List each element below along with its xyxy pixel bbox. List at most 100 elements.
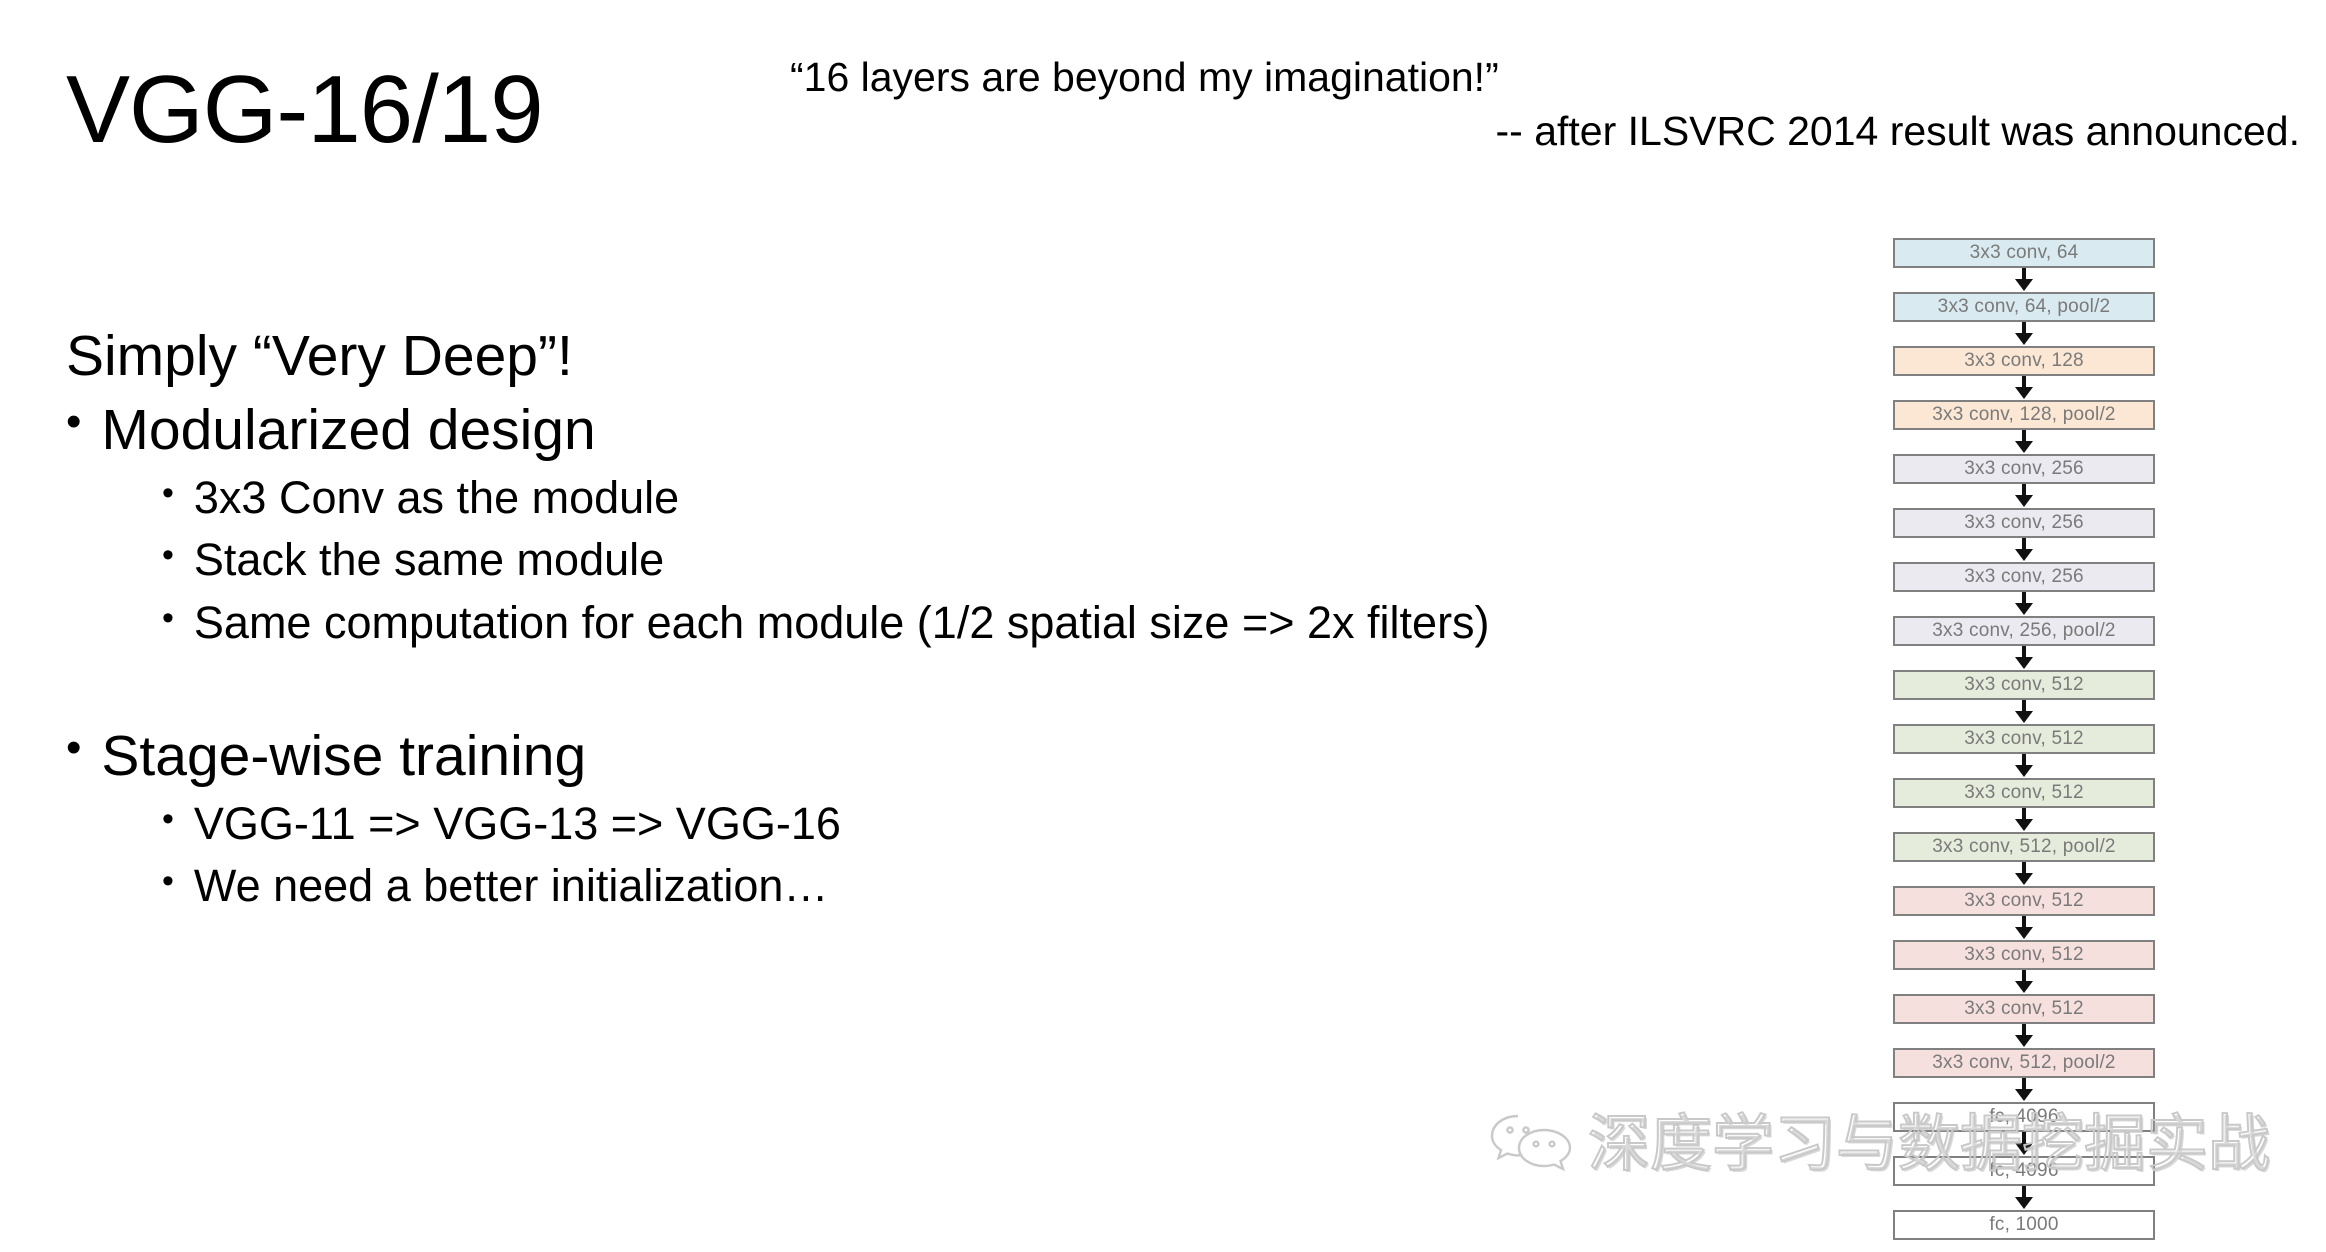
arch-layer-block: 3x3 conv, 256 — [1893, 508, 2155, 538]
arch-connector — [1893, 1132, 2155, 1156]
arch-layer-label: 3x3 conv, 64, pool/2 — [1937, 296, 2111, 317]
sub-bullet-label: Same computation for each module (1/2 sp… — [193, 596, 1490, 648]
arch-connector — [1893, 1024, 2155, 1048]
arrow-down-icon — [2015, 700, 2033, 723]
arch-layer-block: 3x3 conv, 512, pool/2 — [1893, 1048, 2155, 1078]
arrow-down-icon — [2015, 376, 2033, 399]
arch-layer-label: fc, 4096 — [1989, 1106, 2059, 1127]
sub-bullet-same-computation: • Same computation for each module (1/2 … — [162, 594, 1856, 653]
bullet-label: Stage-wise training — [101, 724, 587, 789]
arch-layer-label: fc, 4096 — [1989, 1160, 2059, 1181]
sub-bullet-initialization: • We need a better initialization… — [162, 857, 1856, 916]
arch-connector — [1893, 862, 2155, 886]
bullet-label: Modularized design — [101, 398, 596, 463]
arch-connector — [1893, 1078, 2155, 1102]
arch-layer-label: 3x3 conv, 512 — [1964, 782, 2084, 803]
bullet-dot-icon: • — [162, 598, 174, 637]
arch-connector — [1893, 322, 2155, 346]
arch-layer-label: 3x3 conv, 512 — [1964, 944, 2084, 965]
arch-layer-block: 3x3 conv, 64, pool/2 — [1893, 292, 2155, 322]
arrow-down-icon — [2015, 862, 2033, 885]
arch-connector — [1893, 430, 2155, 454]
arch-connector — [1893, 1186, 2155, 1210]
sub-bullet-conv-module: • 3x3 Conv as the module — [162, 469, 1856, 528]
arch-layer-block: fc, 1000 — [1893, 1210, 2155, 1240]
arch-layer-block: 3x3 conv, 512 — [1893, 886, 2155, 916]
arch-connector — [1893, 376, 2155, 400]
arch-layer-block: 3x3 conv, 512 — [1893, 994, 2155, 1024]
arch-layer-label: 3x3 conv, 256, pool/2 — [1932, 620, 2116, 641]
arch-connector — [1893, 754, 2155, 778]
body-content: Simply “Very Deep”! • Modularized design… — [66, 320, 1856, 920]
bullet-stage-wise-training: • Stage-wise training — [66, 720, 1856, 792]
arch-layer-block: 3x3 conv, 256 — [1893, 454, 2155, 484]
bullet-modularized-design: • Modularized design — [66, 394, 1856, 466]
page-title: VGG-16/19 — [66, 56, 544, 163]
arch-layer-block: fc, 4096 — [1893, 1156, 2155, 1186]
bullet-dot-icon: • — [66, 397, 82, 447]
sub-bullet-label: 3x3 Conv as the module — [193, 471, 680, 523]
arrow-down-icon — [2015, 1132, 2033, 1155]
sub-bullet-label: Stack the same module — [193, 534, 665, 586]
body-heading: Simply “Very Deep”! — [66, 320, 1856, 392]
arch-layer-block: 3x3 conv, 512 — [1893, 724, 2155, 754]
bullet-dot-icon: • — [162, 862, 174, 901]
arch-layer-block: 3x3 conv, 512 — [1893, 940, 2155, 970]
sub-bullet-vgg-progression: • VGG-11 => VGG-13 => VGG-16 — [162, 795, 1856, 854]
arch-connector — [1893, 484, 2155, 508]
sub-bullet-label: VGG-11 => VGG-13 => VGG-16 — [193, 797, 841, 849]
arch-layer-label: 3x3 conv, 256 — [1964, 512, 2084, 533]
vgg-architecture-diagram: 3x3 conv, 64 3x3 conv, 64, pool/2 3x3 conv… — [1893, 238, 2155, 1240]
arrow-down-icon — [2015, 430, 2033, 453]
bullet-dot-icon: • — [162, 799, 174, 838]
arrow-down-icon — [2015, 538, 2033, 561]
arch-layer-block: 3x3 conv, 256 — [1893, 562, 2155, 592]
sub-bullet-label: We need a better initialization… — [193, 860, 829, 912]
arch-layer-label: 3x3 conv, 256 — [1964, 566, 2084, 587]
arch-layer-label: 3x3 conv, 512, pool/2 — [1932, 1052, 2116, 1073]
arch-layer-label: fc, 1000 — [1989, 1214, 2059, 1235]
quote-text: “16 layers are beyond my imagination!” — [790, 54, 1499, 100]
arch-layer-label: 3x3 conv, 256 — [1964, 458, 2084, 479]
arrow-down-icon — [2015, 970, 2033, 993]
arch-connector — [1893, 538, 2155, 562]
arch-connector — [1893, 808, 2155, 832]
arch-layer-block: fc, 4096 — [1893, 1102, 2155, 1132]
arch-connector — [1893, 970, 2155, 994]
arrow-down-icon — [2015, 646, 2033, 669]
arch-layer-label: 3x3 conv, 64 — [1969, 242, 2079, 263]
arch-connector — [1893, 916, 2155, 940]
quote-block: “16 layers are beyond my imagination!” -… — [790, 52, 2300, 156]
bullet-dot-icon: • — [162, 473, 174, 512]
arrow-down-icon — [2015, 754, 2033, 777]
arch-layer-block: 3x3 conv, 512 — [1893, 778, 2155, 808]
arch-layer-label: 3x3 conv, 128, pool/2 — [1932, 404, 2116, 425]
arch-connector — [1893, 700, 2155, 724]
arrow-down-icon — [2015, 592, 2033, 615]
arrow-down-icon — [2015, 322, 2033, 345]
arch-layer-label: 3x3 conv, 512 — [1964, 728, 2084, 749]
arch-layer-label: 3x3 conv, 512, pool/2 — [1932, 836, 2116, 857]
body-heading-label: Simply “Very Deep”! — [66, 324, 573, 388]
arrow-down-icon — [2015, 268, 2033, 291]
arch-layer-label: 3x3 conv, 512 — [1964, 890, 2084, 911]
arch-layer-label: 3x3 conv, 512 — [1964, 674, 2084, 695]
arch-layer-block: 3x3 conv, 64 — [1893, 238, 2155, 268]
arch-connector — [1893, 646, 2155, 670]
arch-connector — [1893, 268, 2155, 292]
arch-layer-label: 3x3 conv, 128 — [1964, 350, 2084, 371]
arrow-down-icon — [2015, 484, 2033, 507]
arrow-down-icon — [2015, 1024, 2033, 1047]
arch-layer-block: 3x3 conv, 512 — [1893, 670, 2155, 700]
bullet-spacer — [66, 656, 1856, 720]
wechat-icon — [1488, 1110, 1574, 1177]
quote-attribution: -- after ILSVRC 2014 result was announce… — [1495, 108, 2301, 155]
arrow-down-icon — [2015, 1078, 2033, 1101]
arch-layer-block: 3x3 conv, 128 — [1893, 346, 2155, 376]
arch-layer-block: 3x3 conv, 512, pool/2 — [1893, 832, 2155, 862]
bullet-dot-icon: • — [162, 536, 174, 575]
sub-bullet-stack-module: • Stack the same module — [162, 531, 1856, 590]
slide-canvas: VGG-16/19 “16 layers are beyond my imagi… — [0, 0, 2326, 1252]
arch-layer-label: 3x3 conv, 512 — [1964, 998, 2084, 1019]
arrow-down-icon — [2015, 1186, 2033, 1209]
